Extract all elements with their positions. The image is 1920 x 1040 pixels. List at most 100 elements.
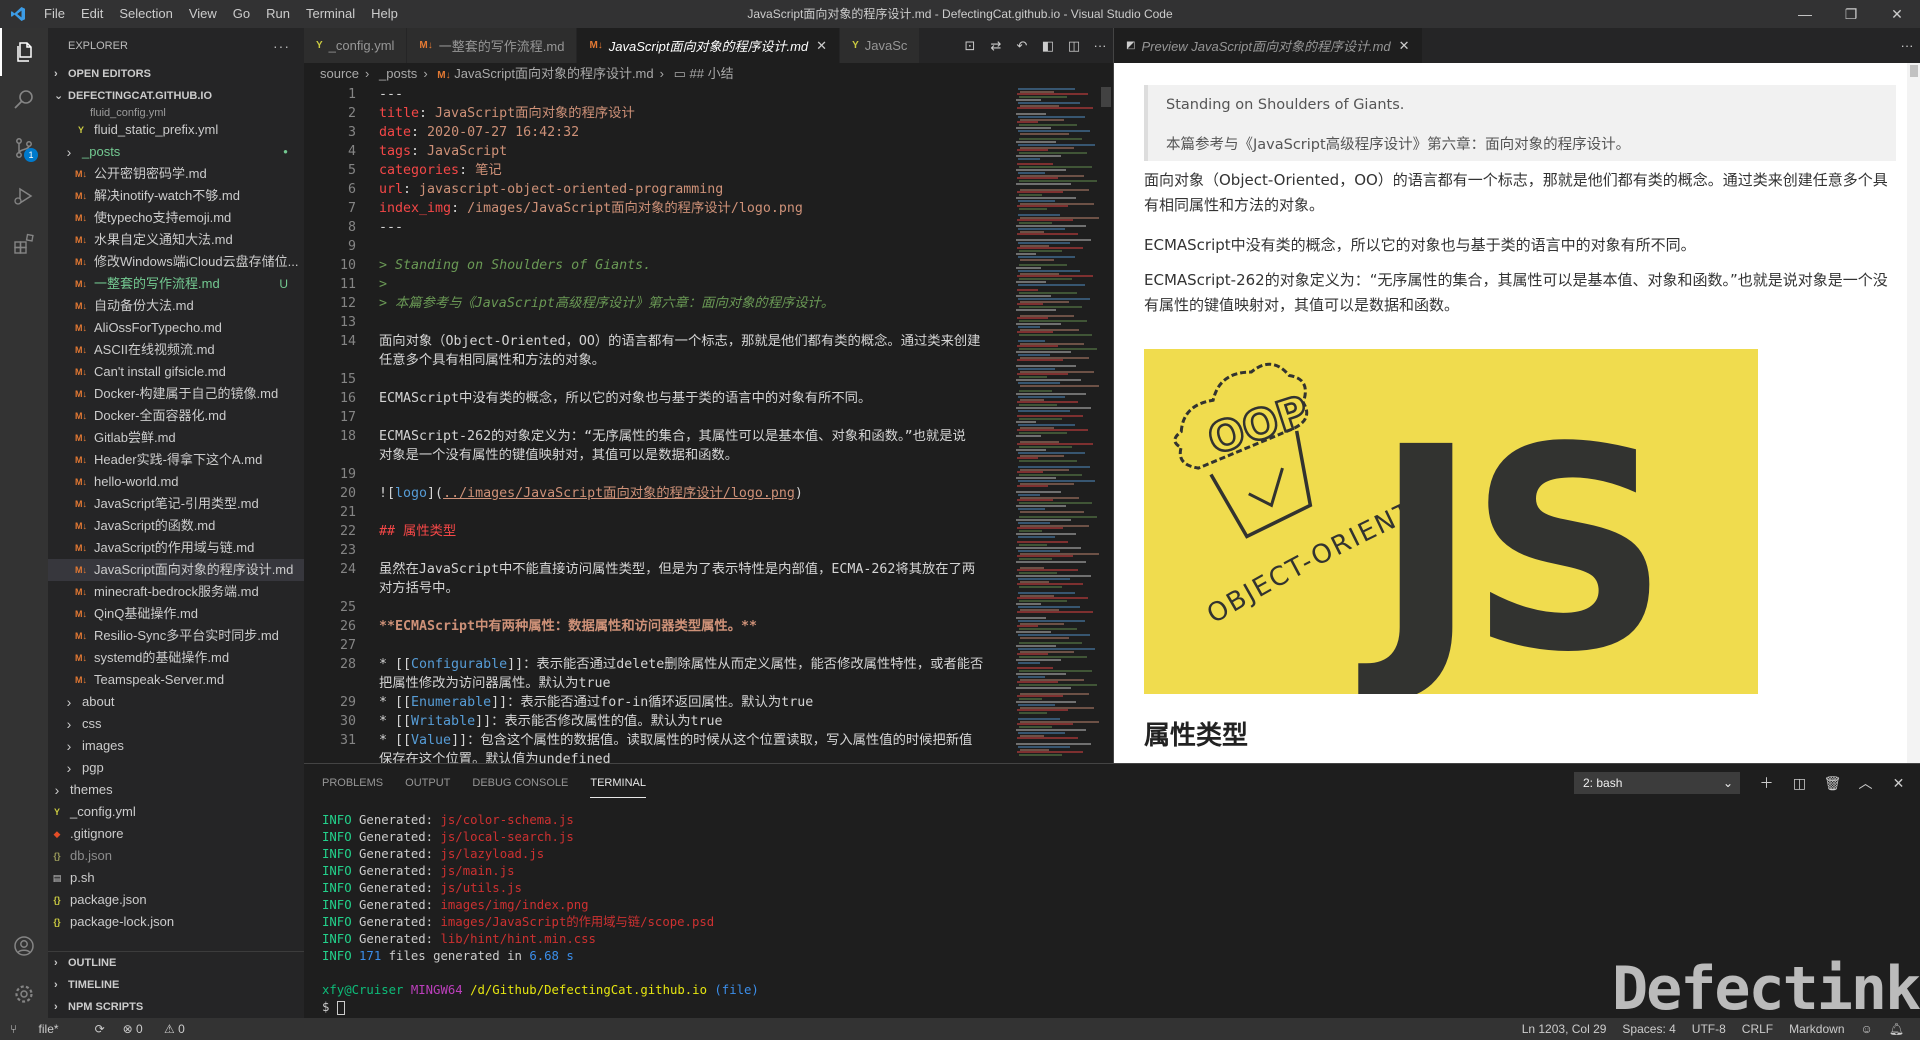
menu-terminal[interactable]: Terminal	[298, 0, 363, 28]
more-actions-icon[interactable]: ···	[273, 38, 290, 54]
tree-file[interactable]: M↓ JavaScript面向对象的程序设计.md	[48, 559, 304, 581]
tree-file[interactable]: ▤ p.sh	[48, 867, 304, 889]
settings-gear-icon[interactable]	[0, 970, 48, 1018]
tab-output[interactable]: OUTPUT	[405, 767, 450, 797]
tree-file[interactable]: M↓ Teamspeak-Server.md	[48, 669, 304, 691]
tree-file[interactable]: M↓ Docker-全面容器化.md	[48, 405, 304, 427]
tree-file[interactable]: M↓ 修改Windows端iCloud云盘存储位...	[48, 251, 304, 273]
menu-go[interactable]: Go	[225, 0, 258, 28]
tree-file[interactable]: {} db.json	[48, 845, 304, 867]
tab-problems[interactable]: PROBLEMS	[322, 767, 383, 797]
menu-edit[interactable]: Edit	[73, 0, 111, 28]
preview-scrollbar[interactable]	[1907, 63, 1920, 763]
tab-terminal[interactable]: TERMINAL	[590, 767, 646, 798]
go-back-icon[interactable]: ↶	[1009, 38, 1035, 54]
tree-file[interactable]: Y _config.yml	[48, 801, 304, 823]
tree-folder[interactable]: › css	[48, 713, 304, 735]
tree-file[interactable]: M↓ minecraft-bedrock服务端.md	[48, 581, 304, 603]
maximize-panel-icon[interactable]: ︿	[1849, 772, 1882, 794]
add-terminal-icon[interactable]: ＋	[1750, 772, 1783, 794]
indentation[interactable]: Spaces: 4	[1622, 1022, 1675, 1036]
close-tab-icon[interactable]: ✕	[816, 38, 827, 54]
extensions-icon[interactable]	[0, 220, 48, 268]
menu-selection[interactable]: Selection	[111, 0, 180, 28]
npm-scripts-section[interactable]: › NPM SCRIPTS	[48, 996, 304, 1018]
workspace-section[interactable]: ⌄ DEFECTINGCAT.GITHUB.IO	[48, 85, 304, 107]
tree-file[interactable]: M↓ 水果自定义通知大法.md	[48, 229, 304, 251]
tree-folder[interactable]: › about	[48, 691, 304, 713]
tree-file[interactable]: M↓ AliOssForTypecho.md	[48, 317, 304, 339]
tree-file[interactable]: ◆ .gitignore	[48, 823, 304, 845]
source-control-icon[interactable]: 1	[0, 124, 48, 172]
tree-folder[interactable]: › images	[48, 735, 304, 757]
tree-file[interactable]: M↓ 解决inotify-watch不够.md	[48, 185, 304, 207]
tree-file[interactable]: M↓ Gitlab尝鲜.md	[48, 427, 304, 449]
tree-item-partial[interactable]: fluid_config.yml	[48, 107, 304, 119]
split-terminal-icon[interactable]: ◫	[1783, 772, 1816, 794]
terminal-select[interactable]: 2: bash ⌄	[1574, 772, 1740, 794]
feedback-icon[interactable]: ☺	[1861, 1022, 1873, 1036]
line-ending[interactable]: CRLF	[1742, 1022, 1773, 1036]
restore-icon[interactable]: ❐	[1828, 0, 1874, 28]
language-mode[interactable]: Markdown	[1789, 1022, 1844, 1036]
tree-file[interactable]: M↓ ASCII在线视频流.md	[48, 339, 304, 361]
branch-status[interactable]: ⑂ file*	[10, 1022, 77, 1036]
preview-side-icon[interactable]: ◧	[1035, 38, 1061, 54]
more-actions-icon[interactable]: ···	[1087, 38, 1113, 53]
minimize-icon[interactable]: —	[1782, 0, 1828, 28]
tree-file[interactable]: M↓ 一整套的写作流程.md U	[48, 273, 304, 295]
trash-icon[interactable]: 🗑︎	[1816, 772, 1849, 794]
account-icon[interactable]	[0, 922, 48, 970]
breadcrumb-heading[interactable]: ## 小结	[690, 66, 734, 81]
tree-file[interactable]: M↓ Resilio-Sync多平台实时同步.md	[48, 625, 304, 647]
open-editors-section[interactable]: › OPEN EDITORS	[48, 63, 304, 85]
problems-status[interactable]: ⊗ 0 ⚠ 0	[123, 1022, 203, 1036]
search-icon[interactable]	[0, 76, 48, 124]
close-tab-icon[interactable]: ✕	[1399, 38, 1410, 54]
tree-file[interactable]: M↓ QinQ基础操作.md	[48, 603, 304, 625]
minimap[interactable]	[1016, 85, 1106, 763]
tree-folder[interactable]: › _posts ●	[48, 141, 304, 163]
tree-file[interactable]: M↓ Docker-构建属于自己的镜像.md	[48, 383, 304, 405]
encoding[interactable]: UTF-8	[1692, 1022, 1726, 1036]
tree-file[interactable]: {} package.json	[48, 889, 304, 911]
tree-file[interactable]: M↓ Can't install gifsicle.md	[48, 361, 304, 383]
tree-file[interactable]: {} package-lock.json	[48, 911, 304, 933]
tab-js-oop[interactable]: M↓ JavaScript面向对象的程序设计.md ✕	[577, 28, 841, 63]
tab-writing-flow[interactable]: M↓ 一整套的写作流程.md	[407, 28, 578, 63]
menu-help[interactable]: Help	[363, 0, 406, 28]
cursor-position[interactable]: Ln 1203, Col 29	[1522, 1022, 1607, 1036]
tree-file[interactable]: M↓ hello-world.md	[48, 471, 304, 493]
tree-folder[interactable]: › themes	[48, 779, 304, 801]
tree-file[interactable]: M↓ JavaScript的作用域与链.md	[48, 537, 304, 559]
tab-config-yml[interactable]: Y _config.yml	[304, 28, 408, 63]
tree-file[interactable]: M↓ 自动备份大法.md	[48, 295, 304, 317]
tree-file[interactable]: M↓ JavaScript笔记-引用类型.md	[48, 493, 304, 515]
tab-javasc[interactable]: Y JavaSc	[840, 28, 921, 63]
explorer-icon[interactable]	[0, 28, 48, 76]
timeline-section[interactable]: › TIMELINE	[48, 974, 304, 996]
tree-file[interactable]: M↓ 公开密钥密码学.md	[48, 163, 304, 185]
breadcrumb-posts[interactable]: _posts	[379, 66, 417, 81]
markdown-preview[interactable]: Standing on Shoulders of Giants. 本篇参考与《J…	[1114, 63, 1920, 763]
sync-icon[interactable]: ⟳	[95, 1022, 105, 1036]
menu-view[interactable]: View	[181, 0, 225, 28]
tab-debug-console[interactable]: DEBUG CONSOLE	[472, 767, 568, 797]
terminal[interactable]: INFO Generated: js/color-schema.js INFO G…	[322, 812, 759, 1016]
notifications-icon[interactable]: 🔔︎	[1889, 1022, 1904, 1036]
run-debug-icon[interactable]	[0, 172, 48, 220]
close-panel-icon[interactable]: ✕	[1882, 772, 1915, 794]
editor-scrollbar[interactable]	[1099, 85, 1113, 763]
open-preview-icon[interactable]: ⊡	[957, 38, 983, 54]
menu-file[interactable]: File	[36, 0, 73, 28]
tab-preview[interactable]: ◩ Preview JavaScript面向对象的程序设计.md ✕	[1114, 28, 1423, 63]
code-editor[interactable]: 1 --- 2 title: JavaScript面向对象的程序设计 3 date: 20…	[304, 85, 1009, 763]
close-icon[interactable]: ✕	[1874, 0, 1920, 28]
terminal-input-line[interactable]: $	[322, 999, 759, 1016]
tree-file[interactable]: M↓ JavaScript的函数.md	[48, 515, 304, 537]
compare-changes-icon[interactable]: ⇄	[983, 38, 1009, 54]
outline-section[interactable]: › OUTLINE	[48, 952, 304, 974]
breadcrumb-source[interactable]: source	[320, 66, 359, 81]
tree-folder[interactable]: › pgp	[48, 757, 304, 779]
tree-file[interactable]: M↓ 使typecho支持emoji.md	[48, 207, 304, 229]
